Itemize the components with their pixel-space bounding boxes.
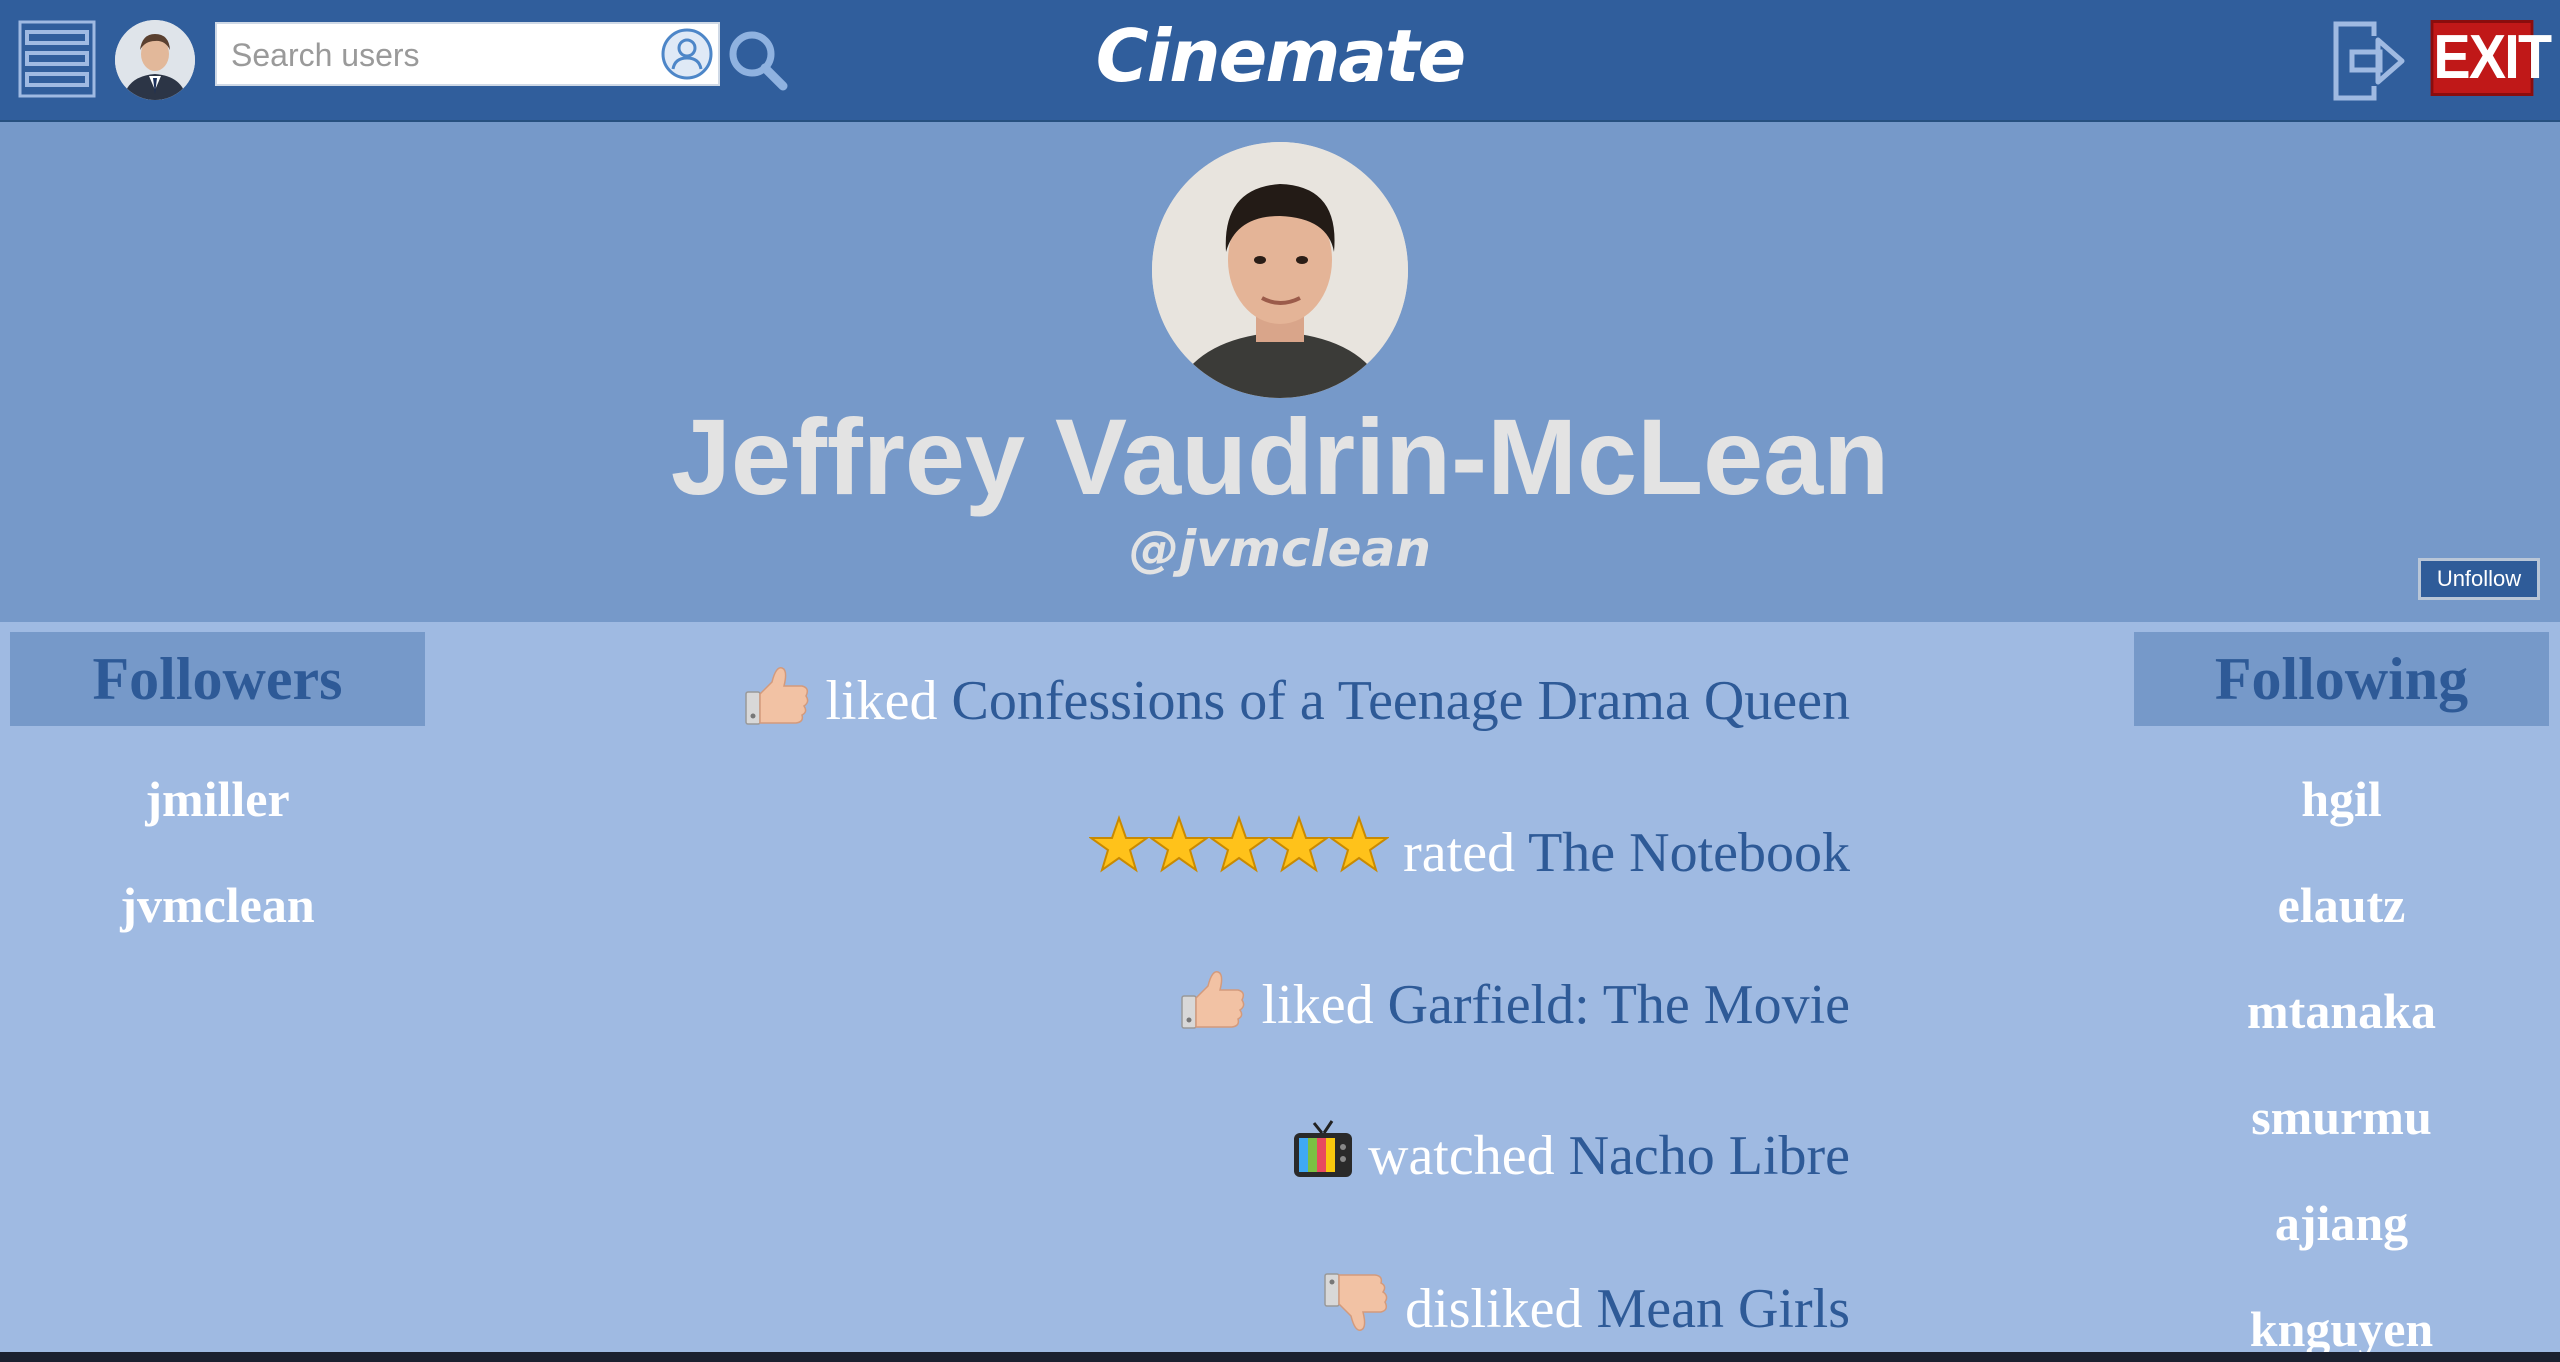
app-window: Cinemate EXIT Jeffrey Vaudrin-McL <box>0 0 2560 1352</box>
search-box <box>215 22 720 86</box>
current-user-avatar[interactable] <box>115 20 195 100</box>
thumbs-up-icon <box>1178 964 1248 1056</box>
follower-link[interactable]: jmiller <box>10 770 425 828</box>
exit-button[interactable]: EXIT <box>2430 20 2552 96</box>
app-title: Cinemate <box>1095 14 1466 98</box>
thumbs-up-icon <box>742 660 812 752</box>
feed-verb: disliked <box>1405 1277 1583 1340</box>
movie-link[interactable]: The Notebook <box>1528 822 1850 884</box>
feed-verb: watched <box>1368 1125 1555 1187</box>
user-circle-icon[interactable] <box>660 27 714 81</box>
hamburger-menu-icon[interactable] <box>18 20 96 98</box>
top-bar: Cinemate EXIT <box>0 0 2560 122</box>
profile-avatar <box>1152 142 1408 398</box>
profile-name: Jeffrey Vaudrin-McLean <box>670 396 1890 517</box>
following-link[interactable]: smurmu <box>2134 1088 2549 1146</box>
feed-item: disliked Mean Girls <box>1321 1268 1850 1348</box>
profile-handle: @jvmclean <box>1129 520 1431 578</box>
following-link[interactable]: elautz <box>2134 876 2549 934</box>
following-link[interactable]: knguyen <box>2134 1300 2549 1352</box>
television-icon <box>1292 1119 1354 1203</box>
feed-verb: liked <box>825 669 938 732</box>
movie-link[interactable]: Mean Girls <box>1596 1278 1850 1340</box>
following-link[interactable]: hgil <box>2134 770 2549 828</box>
following-heading: Following <box>2134 632 2549 726</box>
movie-link[interactable]: Nacho Libre <box>1569 1125 1850 1187</box>
followers-heading: Followers <box>10 632 425 726</box>
feed-verb: rated <box>1403 821 1516 884</box>
search-input[interactable] <box>229 24 653 86</box>
following-link[interactable]: mtanaka <box>2134 982 2549 1040</box>
unfollow-button[interactable]: Unfollow <box>2418 558 2540 600</box>
profile-header: Jeffrey Vaudrin-McLean @jvmclean Unfollo… <box>0 122 2560 622</box>
magnifier-icon[interactable] <box>726 28 790 92</box>
feed-item: liked Confessions of a Teenage Drama Que… <box>742 660 1850 740</box>
following-link[interactable]: ajiang <box>2134 1194 2549 1252</box>
feed-item: watched Nacho Libre <box>1292 1116 1850 1196</box>
follower-link[interactable]: jvmclean <box>10 876 425 934</box>
feed-item: liked Garfield: The Movie <box>1178 964 1850 1044</box>
five-star-rating-icon <box>1088 812 1391 904</box>
feed-item: rated The Notebook <box>1088 812 1850 892</box>
thumbs-down-icon <box>1321 1268 1391 1352</box>
feed-verb: liked <box>1261 973 1374 1036</box>
movie-link[interactable]: Confessions of a Teenage Drama Queen <box>951 670 1850 732</box>
logout-arrow-icon[interactable] <box>2330 18 2406 104</box>
movie-link[interactable]: Garfield: The Movie <box>1388 974 1850 1036</box>
